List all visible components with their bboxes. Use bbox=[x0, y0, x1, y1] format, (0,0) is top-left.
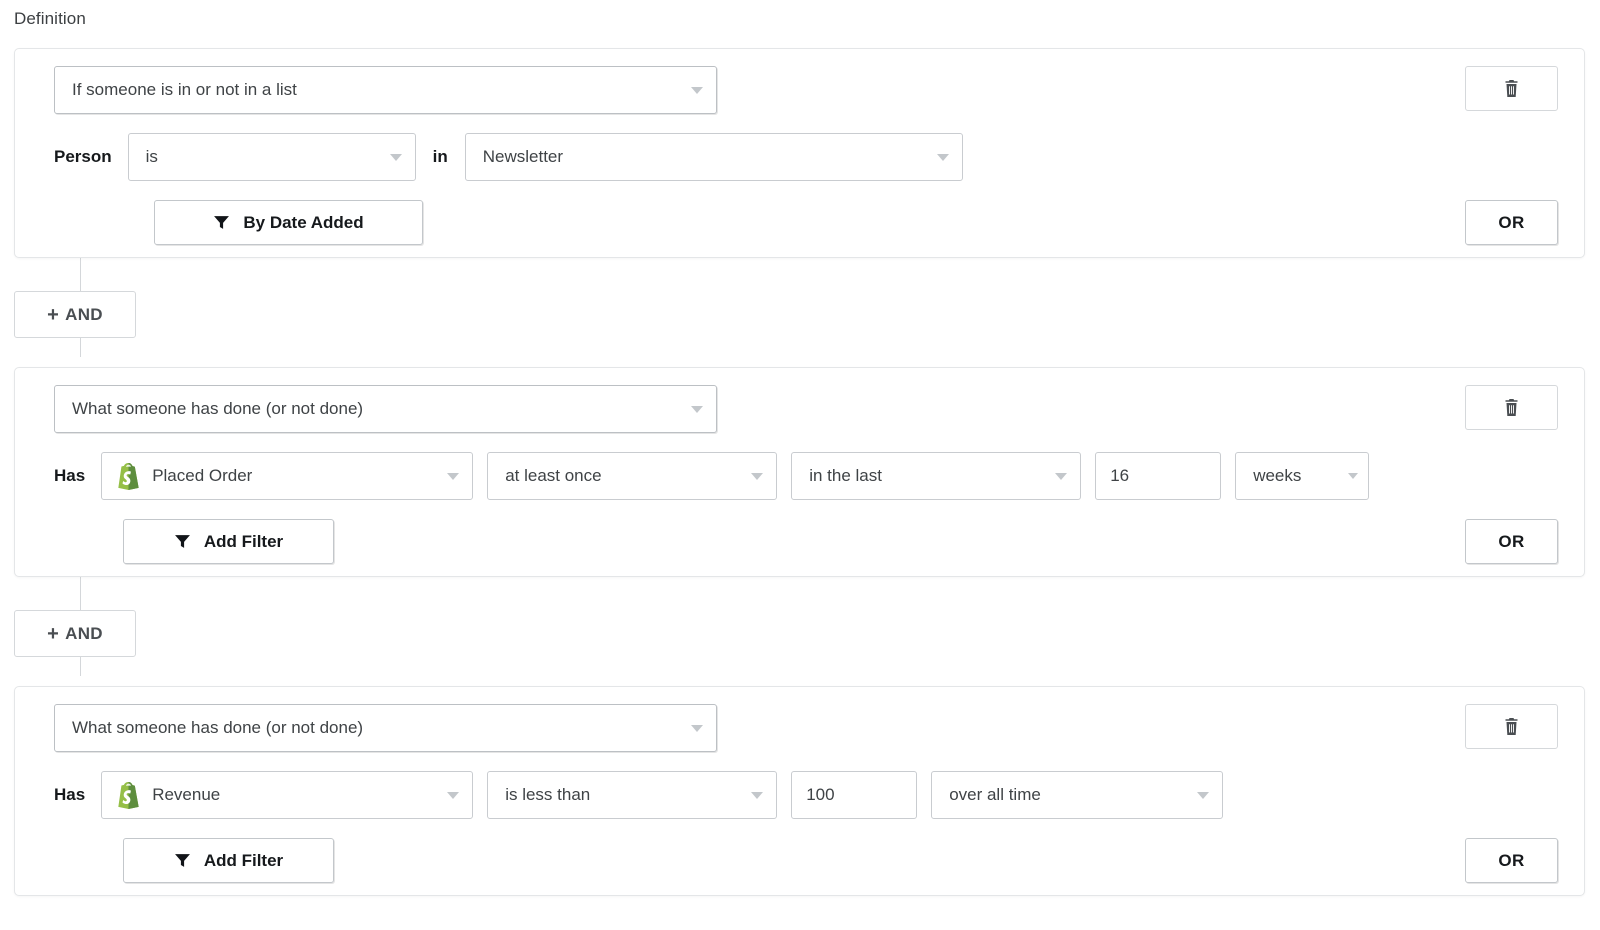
chevron-down-icon bbox=[937, 154, 949, 161]
condition-type-value-1: If someone is in or not in a list bbox=[72, 80, 297, 100]
condition-type-select-1[interactable]: If someone is in or not in a list bbox=[54, 66, 717, 114]
timeframe-value-1: in the last bbox=[809, 466, 882, 486]
timeframe-value-2: over all time bbox=[949, 785, 1041, 805]
add-and-label-2: AND bbox=[65, 624, 103, 644]
chevron-down-icon bbox=[1197, 792, 1209, 799]
person-operator-select[interactable]: is bbox=[128, 133, 416, 181]
person-label: Person bbox=[54, 147, 112, 167]
frequency-select[interactable]: at least once bbox=[487, 452, 777, 500]
unit-select[interactable]: weeks bbox=[1235, 452, 1369, 500]
in-label: in bbox=[433, 147, 448, 167]
chevron-down-icon bbox=[1348, 473, 1358, 479]
delete-condition-button-1[interactable] bbox=[1465, 66, 1558, 111]
chevron-down-icon bbox=[447, 473, 459, 480]
by-date-added-filter-button[interactable]: By Date Added bbox=[154, 200, 423, 245]
amount-input[interactable]: 16 bbox=[1095, 452, 1221, 500]
chevron-down-icon bbox=[691, 87, 703, 94]
metric-select-1[interactable]: Placed Order bbox=[101, 452, 473, 500]
metric-value-1: Placed Order bbox=[152, 466, 252, 486]
delete-condition-button-3[interactable] bbox=[1465, 704, 1558, 749]
chevron-down-icon bbox=[691, 406, 703, 413]
condition-type-row-3: What someone has done (or not done) bbox=[54, 704, 717, 752]
list-condition-row: Person is in Newsletter bbox=[54, 133, 963, 181]
metric-select-2[interactable]: Revenue bbox=[101, 771, 473, 819]
metric-value-2: Revenue bbox=[152, 785, 220, 805]
or-label-1: OR bbox=[1498, 213, 1524, 233]
filter-funnel-icon bbox=[213, 214, 230, 231]
plus-icon: + bbox=[47, 305, 59, 325]
value-input[interactable]: 100 bbox=[791, 771, 917, 819]
condition-type-row-2: What someone has done (or not done) bbox=[54, 385, 717, 433]
add-and-button-1[interactable]: + AND bbox=[14, 291, 136, 338]
or-label-3: OR bbox=[1498, 851, 1524, 871]
delete-condition-button-2[interactable] bbox=[1465, 385, 1558, 430]
condition-card-3: What someone has done (or not done) Has … bbox=[14, 686, 1585, 896]
add-filter-label-2: Add Filter bbox=[204, 851, 283, 871]
chevron-down-icon bbox=[691, 725, 703, 732]
timeframe-select-2[interactable]: over all time bbox=[931, 771, 1223, 819]
has-label-2: Has bbox=[54, 785, 85, 805]
condition-type-select-3[interactable]: What someone has done (or not done) bbox=[54, 704, 717, 752]
filter-funnel-icon bbox=[174, 533, 191, 550]
condition-card-2: What someone has done (or not done) Has … bbox=[14, 367, 1585, 577]
or-button-3[interactable]: OR bbox=[1465, 838, 1558, 883]
has-label-1: Has bbox=[54, 466, 85, 486]
amount-value: 16 bbox=[1110, 466, 1129, 486]
metric-condition-row-1: Has Placed Order at least once in the la… bbox=[54, 452, 1369, 500]
chevron-down-icon bbox=[447, 792, 459, 799]
condition-type-value-2: What someone has done (or not done) bbox=[72, 399, 363, 419]
add-filter-button-1[interactable]: Add Filter bbox=[123, 519, 334, 564]
list-select[interactable]: Newsletter bbox=[465, 133, 963, 181]
condition-card-1: If someone is in or not in a list Person… bbox=[14, 48, 1585, 258]
page-title: Definition bbox=[14, 9, 86, 29]
chevron-down-icon bbox=[1055, 473, 1067, 480]
add-and-label-1: AND bbox=[65, 305, 103, 325]
timeframe-select-1[interactable]: in the last bbox=[791, 452, 1081, 500]
shopify-bag-icon bbox=[116, 463, 141, 490]
trash-icon bbox=[1503, 399, 1520, 417]
add-filter-label-1: Add Filter bbox=[204, 532, 283, 552]
shopify-bag-icon bbox=[116, 782, 141, 809]
metric-condition-row-2: Has Revenue is less than 100 over all t bbox=[54, 771, 1223, 819]
condition-type-value-3: What someone has done (or not done) bbox=[72, 718, 363, 738]
condition-type-row-1: If someone is in or not in a list bbox=[54, 66, 717, 114]
by-date-added-label: By Date Added bbox=[243, 213, 363, 233]
frequency-value: at least once bbox=[505, 466, 601, 486]
value-input-text: 100 bbox=[806, 785, 834, 805]
or-button-2[interactable]: OR bbox=[1465, 519, 1558, 564]
chevron-down-icon bbox=[390, 154, 402, 161]
condition-type-select-2[interactable]: What someone has done (or not done) bbox=[54, 385, 717, 433]
or-label-2: OR bbox=[1498, 532, 1524, 552]
unit-value: weeks bbox=[1253, 466, 1301, 486]
definition-builder: Definition If someone is in or not in a … bbox=[0, 0, 1600, 930]
chevron-down-icon bbox=[751, 473, 763, 480]
add-and-button-2[interactable]: + AND bbox=[14, 610, 136, 657]
plus-icon: + bbox=[47, 624, 59, 644]
chevron-down-icon bbox=[751, 792, 763, 799]
filter-funnel-icon bbox=[174, 852, 191, 869]
trash-icon bbox=[1503, 80, 1520, 98]
comparator-select[interactable]: is less than bbox=[487, 771, 777, 819]
person-operator-value: is bbox=[146, 147, 158, 167]
trash-icon bbox=[1503, 718, 1520, 736]
or-button-1[interactable]: OR bbox=[1465, 200, 1558, 245]
comparator-value: is less than bbox=[505, 785, 590, 805]
list-value: Newsletter bbox=[483, 147, 563, 167]
add-filter-button-2[interactable]: Add Filter bbox=[123, 838, 334, 883]
